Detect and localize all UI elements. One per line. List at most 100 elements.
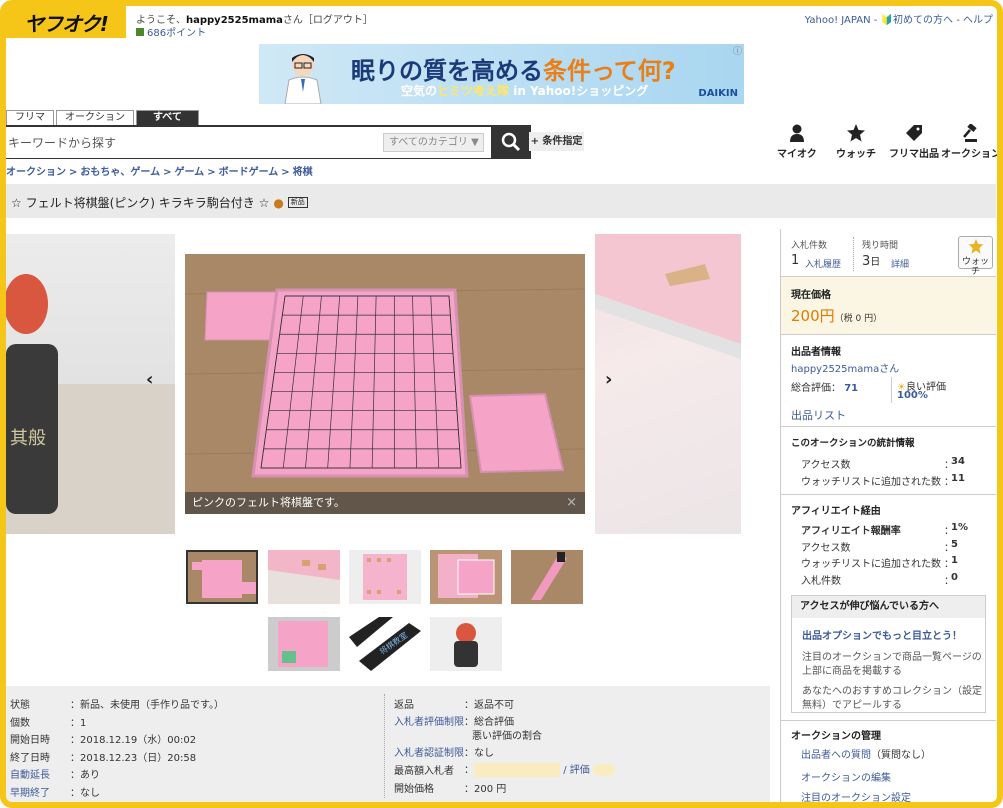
nav-watch[interactable]: ウォッチ: [836, 124, 876, 160]
detail-label: 状態: [10, 700, 30, 711]
breadcrumb-item[interactable]: ボードゲーム: [219, 167, 279, 178]
detail-top-bidder: ： / 評価: [464, 761, 615, 777]
person-icon: [789, 124, 804, 142]
thumb-image: [188, 552, 256, 602]
recommend-collection-link-l2[interactable]: 無料）でアピールする: [802, 696, 902, 711]
search-button[interactable]: [491, 125, 531, 159]
conditions-button[interactable]: + 条件指定: [529, 132, 584, 151]
item-title-bar: ☆ フェルト将棋盤(ピンク) キラキラ駒台付き ☆ ● 新品: [6, 184, 996, 218]
ad-info-icon[interactable]: ⓘ: [733, 44, 742, 57]
gavel-icon: [963, 124, 977, 142]
seller-icon: ●: [273, 195, 284, 210]
listing-link[interactable]: 出品リスト: [791, 407, 846, 423]
detail-start-price-label: 開始価格: [394, 784, 434, 795]
thumbnail-3[interactable]: [349, 550, 421, 604]
breadcrumb-item[interactable]: ゲーム: [174, 167, 204, 178]
nav-flea-sell[interactable]: フリマ出品: [889, 124, 939, 160]
thumb-image: [349, 550, 421, 604]
watch-button[interactable]: ウォッチ: [958, 236, 993, 277]
points-balance[interactable]: 686ポイント: [136, 24, 206, 39]
detail-label: 終了日時: [10, 752, 50, 764]
search-icon: [501, 132, 521, 152]
current-price: 200円（税 0 円）: [791, 307, 883, 325]
options-link[interactable]: 出品オプションでもっと目立とう！: [802, 627, 962, 642]
dropdown-arrow-icon: ▼: [471, 137, 479, 148]
breadcrumb-item[interactable]: オークション: [6, 167, 66, 178]
bid-history-link[interactable]: 入札履歴: [805, 257, 841, 270]
detail-auth-value: ：なし: [464, 748, 494, 759]
nav-auction-sell[interactable]: オークション: [941, 124, 1001, 160]
detail-label[interactable]: 自動延長: [10, 766, 50, 781]
detail-value: ：2018.12.23（日）20:58: [70, 752, 197, 764]
next-image-preview[interactable]: ›: [595, 234, 741, 534]
featured-auction-link-l1[interactable]: 注目のオークションで商品一覧ページの: [802, 648, 982, 663]
thumbnail-7[interactable]: 将棋教室: [349, 617, 421, 671]
shogi-board-photo: [185, 254, 585, 514]
tab-all[interactable]: すべて: [136, 110, 199, 125]
featured-settings-link[interactable]: 注目のオークション設定: [801, 789, 911, 804]
item-details: 状態 ：新品、未使用（手作り品です。） 個数 ：1 開始日時 ：2018.12.19（水）…: [6, 686, 770, 802]
tab-auction[interactable]: オークション: [56, 110, 134, 125]
recommend-collection-link-l1[interactable]: あなたへのおすすめコレクション（設定: [802, 682, 982, 697]
scientist-illustration: [284, 54, 322, 104]
board-closeup-photo: [595, 234, 741, 359]
tip-box: アクセスが伸び悩んでいる方へ 出品オプションでもっと目立とう！ 注目のオークショ…: [791, 595, 986, 713]
stat-value: 1: [951, 555, 958, 566]
detail-label[interactable]: 早期終了: [10, 784, 50, 799]
detail-label: 開始日時: [10, 735, 50, 746]
image-caption: ピンクのフェルト将棋盤です。 ×: [185, 492, 585, 514]
detail-label: 個数: [10, 717, 30, 729]
stat-value: 5: [951, 538, 958, 550]
logout-link[interactable]: さん［ログアウト］: [283, 15, 373, 26]
detail-top-bidder-label: 最高額入札者: [394, 766, 454, 777]
bid-summary: 入札件数 1 入札履歴 残り時間 3日 詳細 ウォッチ: [781, 229, 996, 277]
stat-label: アクセス数: [801, 542, 851, 554]
stat-label: アフィリエイト報酬率: [801, 526, 901, 537]
detail-rating-limit-label[interactable]: 入札者評価制限: [394, 713, 464, 728]
ad-brand: DAIKIN: [698, 88, 738, 99]
thumbnail-5[interactable]: [511, 550, 583, 604]
detail-value: ：2018.12.19（水）00:02: [70, 735, 197, 746]
thumbnail-8[interactable]: [430, 617, 502, 671]
edit-auction-link[interactable]: オークションの編集: [801, 769, 891, 784]
tab-flea[interactable]: フリマ: [6, 110, 54, 125]
detail-auth-label[interactable]: 入札者認証制限: [394, 744, 464, 759]
star-icon: [968, 239, 983, 254]
stat-label: ウォッチリストに追加された数: [801, 477, 941, 488]
seller-name-link[interactable]: happy2525mamaさん: [791, 360, 899, 375]
search-tabs: フリマ オークション すべて: [6, 110, 201, 125]
nav-myauc[interactable]: マイオク: [777, 124, 817, 160]
breadcrumb-item[interactable]: 将棋: [293, 167, 313, 178]
next-arrow-icon[interactable]: ›: [605, 369, 612, 390]
new-item-badge: 新品: [287, 197, 308, 208]
prev-image-preview[interactable]: 其般 ‹: [6, 234, 175, 534]
yahuoku-logo[interactable]: ヤフオク!: [6, 6, 126, 38]
detail-value: ：1: [70, 717, 87, 729]
stat-value: 11: [951, 473, 965, 484]
auction-side-panel: 入札件数 1 入札履歴 残り時間 3日 詳細 ウォッチ 現在価格 200円（税 …: [780, 229, 996, 804]
top-bidder-rating-link[interactable]: / 評価: [563, 765, 590, 776]
thumb-image: [511, 550, 583, 604]
breadcrumb-item[interactable]: おもちゃ、ゲーム: [80, 167, 160, 178]
stat-value: 1%: [951, 522, 968, 533]
close-caption-icon[interactable]: ×: [566, 492, 577, 514]
ad-banner[interactable]: 眠りの質を高める条件って何? 空気のヒミツ考え隊 in Yahoo!ショッピング…: [259, 44, 744, 104]
thumbnail-1[interactable]: [186, 550, 258, 604]
detail-return-value: ：返品不可: [464, 700, 514, 711]
thumbnail-6[interactable]: [268, 617, 340, 671]
featured-auction-link-l2[interactable]: 上部に商品を掲載する: [802, 662, 902, 677]
top-links[interactable]: Yahoo! JAPAN - 🔰初めての方へ - ヘルプ: [805, 11, 993, 26]
seller-question-link[interactable]: 出品者への質問（質問なし）: [801, 746, 931, 761]
thumbnail-2[interactable]: [268, 550, 340, 604]
prev-arrow-icon[interactable]: ‹: [146, 369, 153, 390]
item-title: ☆ フェルト将棋盤(ピンク) キラキラ駒台付き ☆: [11, 196, 270, 210]
breadcrumb: オークション > おもちゃ、ゲーム > ゲーム > ボードゲーム > 将棋: [6, 167, 313, 178]
good-rating-value: 100%: [897, 390, 928, 401]
price-tag-icon: [906, 125, 922, 141]
thumbnail-4[interactable]: [430, 550, 502, 604]
bid-count: 1: [791, 253, 800, 268]
remaining-detail-link[interactable]: 詳細: [891, 257, 909, 270]
main-image[interactable]: ピンクのフェルト将棋盤です。 ×: [185, 254, 585, 514]
category-select[interactable]: すべてのカテゴリ ▼: [383, 133, 484, 152]
thumb-image: [268, 617, 340, 671]
